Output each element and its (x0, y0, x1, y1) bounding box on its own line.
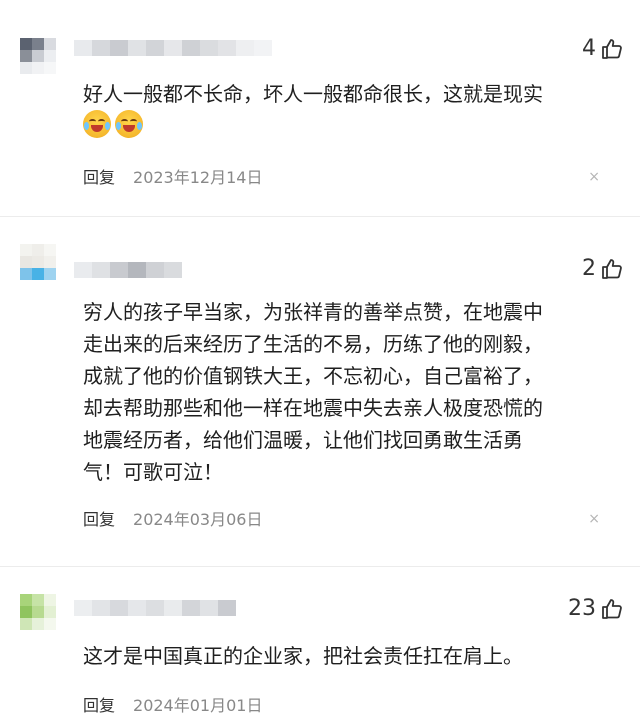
username-blurred[interactable] (74, 600, 236, 616)
like-button[interactable]: 2 (582, 256, 624, 281)
username-blurred[interactable] (74, 40, 272, 56)
comment-3: 23 这才是中国真正的企业家，把社会责任扛在肩上。 回复 2024年01月01日 (0, 566, 640, 715)
like-count: 4 (582, 36, 596, 61)
comment-date: 2023年12月14日 (133, 168, 263, 187)
avatar[interactable] (20, 38, 56, 74)
comment-date: 2024年01月01日 (133, 696, 263, 715)
close-icon[interactable]: × (588, 511, 600, 527)
reply-button[interactable]: 回复 (83, 164, 115, 188)
like-button[interactable]: 23 (568, 596, 624, 621)
close-icon[interactable]: × (588, 169, 600, 185)
comment-meta: 回复 2024年01月01日 (83, 692, 262, 716)
username-blurred[interactable] (74, 262, 182, 278)
comment-text: 穷人的孩子早当家，为张祥青的善举点赞，在地震中 走出来的后来经历了生活的不易，历… (83, 300, 543, 484)
like-count: 23 (568, 596, 596, 621)
reply-button[interactable]: 回复 (83, 692, 115, 716)
crying-laughing-emoji (83, 110, 111, 138)
comment-2: 2 穷人的孩子早当家，为张祥青的善举点赞，在地震中 走出来的后来经历了生活的不易… (0, 216, 640, 566)
reply-button[interactable]: 回复 (83, 506, 115, 530)
comment-text: 这才是中国真正的企业家，把社会责任扛在肩上。 (83, 644, 523, 668)
thumbs-up-icon[interactable] (600, 597, 624, 621)
comment-1: 4 好人一般都不长命，坏人一般都命很长，这就是现实 回复 2023年12月14日… (0, 0, 640, 210)
emoji-row (83, 110, 143, 138)
comment-meta: 回复 2023年12月14日 (83, 164, 262, 188)
comment-text: 好人一般都不长命，坏人一般都命很长，这就是现实 (83, 82, 543, 106)
avatar[interactable] (20, 594, 56, 630)
like-count: 2 (582, 256, 596, 281)
comment-meta: 回复 2024年03月06日 (83, 506, 262, 530)
avatar[interactable] (20, 244, 56, 280)
thumbs-up-icon[interactable] (600, 257, 624, 281)
crying-laughing-emoji (115, 110, 143, 138)
like-button[interactable]: 4 (582, 36, 624, 61)
thumbs-up-icon[interactable] (600, 37, 624, 61)
comment-date: 2024年03月06日 (133, 510, 263, 529)
